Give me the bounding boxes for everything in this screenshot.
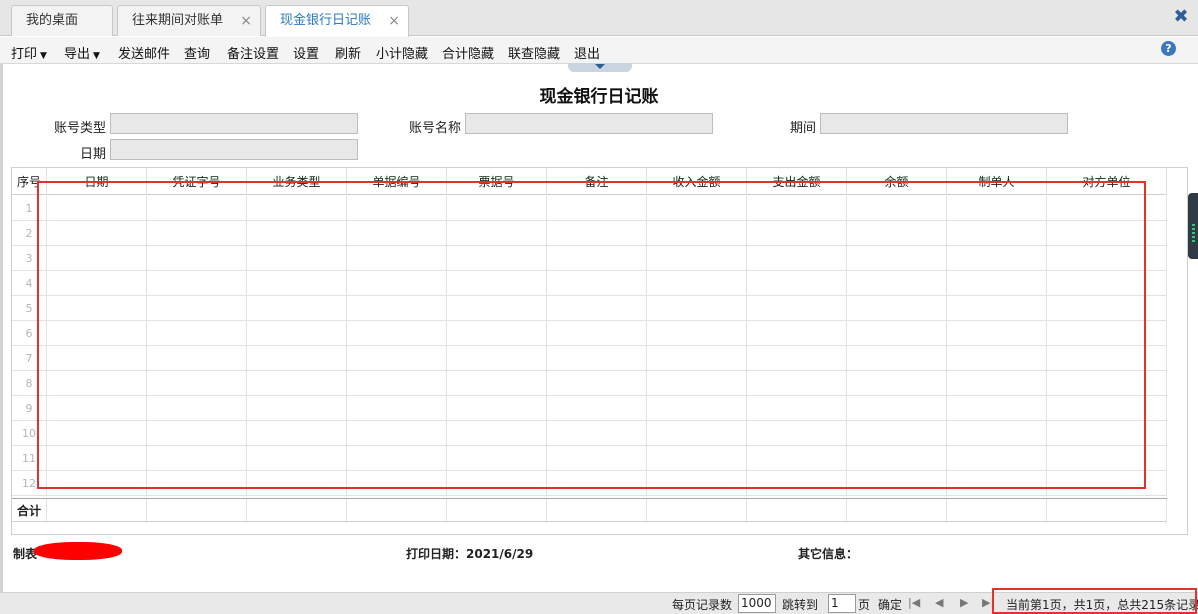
settings-button[interactable]: 设置 bbox=[293, 43, 319, 62]
other-info-label: 其它信息： bbox=[798, 547, 859, 561]
export-label: 导出 bbox=[64, 47, 91, 62]
account-type-field[interactable] bbox=[110, 113, 358, 134]
account-name-field[interactable] bbox=[465, 113, 713, 134]
send-mail-button[interactable]: 发送邮件 bbox=[118, 43, 170, 62]
tab-label: 往来期间对账单 bbox=[132, 13, 224, 28]
total-cell bbox=[47, 499, 147, 523]
total-cell bbox=[547, 499, 647, 523]
per-page-input[interactable]: 1000 bbox=[738, 594, 776, 613]
note-settings-button[interactable]: 备注设置 bbox=[227, 43, 279, 62]
grip-icon bbox=[1192, 236, 1195, 238]
total-cell bbox=[247, 499, 347, 523]
tab-label: 现金银行日记账 bbox=[280, 13, 372, 28]
total-label: 合计 bbox=[12, 499, 47, 523]
grip-icon bbox=[1192, 232, 1195, 234]
print-button[interactable]: 打印 ▼ bbox=[11, 43, 47, 62]
grip-icon bbox=[1192, 240, 1195, 242]
close-icon[interactable]: × bbox=[388, 6, 400, 36]
tab-bar: 我的桌面 往来期间对账单 × 现金银行日记账 × ✖ bbox=[0, 0, 1198, 37]
period-field[interactable] bbox=[820, 113, 1068, 134]
total-hide-button[interactable]: 合计隐藏 bbox=[442, 43, 494, 62]
total-cell bbox=[847, 499, 947, 523]
chevron-down-icon: ▼ bbox=[93, 51, 100, 61]
date-field[interactable] bbox=[110, 139, 358, 160]
refresh-button[interactable]: 刷新 bbox=[335, 43, 361, 62]
total-cell bbox=[1047, 499, 1167, 523]
close-icon[interactable]: × bbox=[240, 6, 252, 36]
account-name-label: 账号名称 bbox=[408, 121, 461, 136]
print-label: 打印 bbox=[11, 47, 38, 62]
account-type-label: 账号类型 bbox=[53, 121, 106, 136]
help-icon[interactable]: ? bbox=[1161, 41, 1176, 56]
confirm-button[interactable]: 确定 bbox=[878, 596, 902, 613]
first-page-icon[interactable]: |◀ bbox=[908, 596, 920, 609]
jump-label: 跳转到 bbox=[782, 598, 819, 612]
highlight-box bbox=[37, 181, 1146, 489]
total-cell bbox=[747, 499, 847, 523]
total-cell bbox=[447, 499, 547, 523]
exit-button[interactable]: 退出 bbox=[574, 43, 600, 62]
grip-icon bbox=[1192, 228, 1195, 230]
maker-label: 制表 bbox=[13, 547, 38, 561]
query-button[interactable]: 查询 bbox=[184, 43, 210, 62]
linked-query-hide-button[interactable]: 联查隐藏 bbox=[508, 43, 560, 62]
per-page-label: 每页记录数 bbox=[672, 598, 733, 612]
total-cell bbox=[947, 499, 1047, 523]
tab-desktop[interactable]: 我的桌面 bbox=[11, 5, 113, 36]
total-row: 合计 bbox=[12, 498, 1167, 523]
tab-period-statement[interactable]: 往来期间对账单 × bbox=[117, 5, 261, 36]
tab-cash-bank-journal[interactable]: 现金银行日记账 × bbox=[265, 5, 409, 37]
status-highlight-box bbox=[992, 588, 1197, 614]
total-cell bbox=[147, 499, 247, 523]
date-label: 日期 bbox=[79, 147, 106, 162]
total-cell bbox=[347, 499, 447, 523]
total-cell bbox=[647, 499, 747, 523]
period-label: 期间 bbox=[789, 121, 816, 136]
redaction-mark bbox=[34, 542, 122, 560]
page-unit-label: 页 bbox=[858, 598, 871, 612]
toolbar: 打印 ▼ 导出 ▼ 发送邮件 查询 备注设置 设置 刷新 小计隐藏 合计隐藏 联查隐… bbox=[0, 37, 1198, 64]
tab-label: 我的桌面 bbox=[26, 13, 79, 28]
chevron-down-icon bbox=[595, 64, 605, 69]
window-close-icon[interactable]: ✖ bbox=[1170, 6, 1192, 28]
print-date: 打印日期：2021/6/29 bbox=[406, 547, 534, 561]
side-panel-handle[interactable] bbox=[1188, 193, 1198, 259]
export-button[interactable]: 导出 ▼ bbox=[64, 43, 100, 62]
left-edge-bar bbox=[0, 64, 3, 592]
report-title: 现金银行日记账 bbox=[539, 87, 659, 107]
collapse-toolbar-handle[interactable] bbox=[568, 63, 632, 72]
grip-icon bbox=[1192, 224, 1195, 226]
jump-page-input[interactable]: 1 bbox=[828, 594, 856, 613]
next-page-icon[interactable]: ▶ bbox=[960, 596, 968, 609]
subtotal-hide-button[interactable]: 小计隐藏 bbox=[376, 43, 428, 62]
chevron-down-icon: ▼ bbox=[40, 51, 47, 61]
prev-page-icon[interactable]: ◀ bbox=[935, 596, 943, 609]
